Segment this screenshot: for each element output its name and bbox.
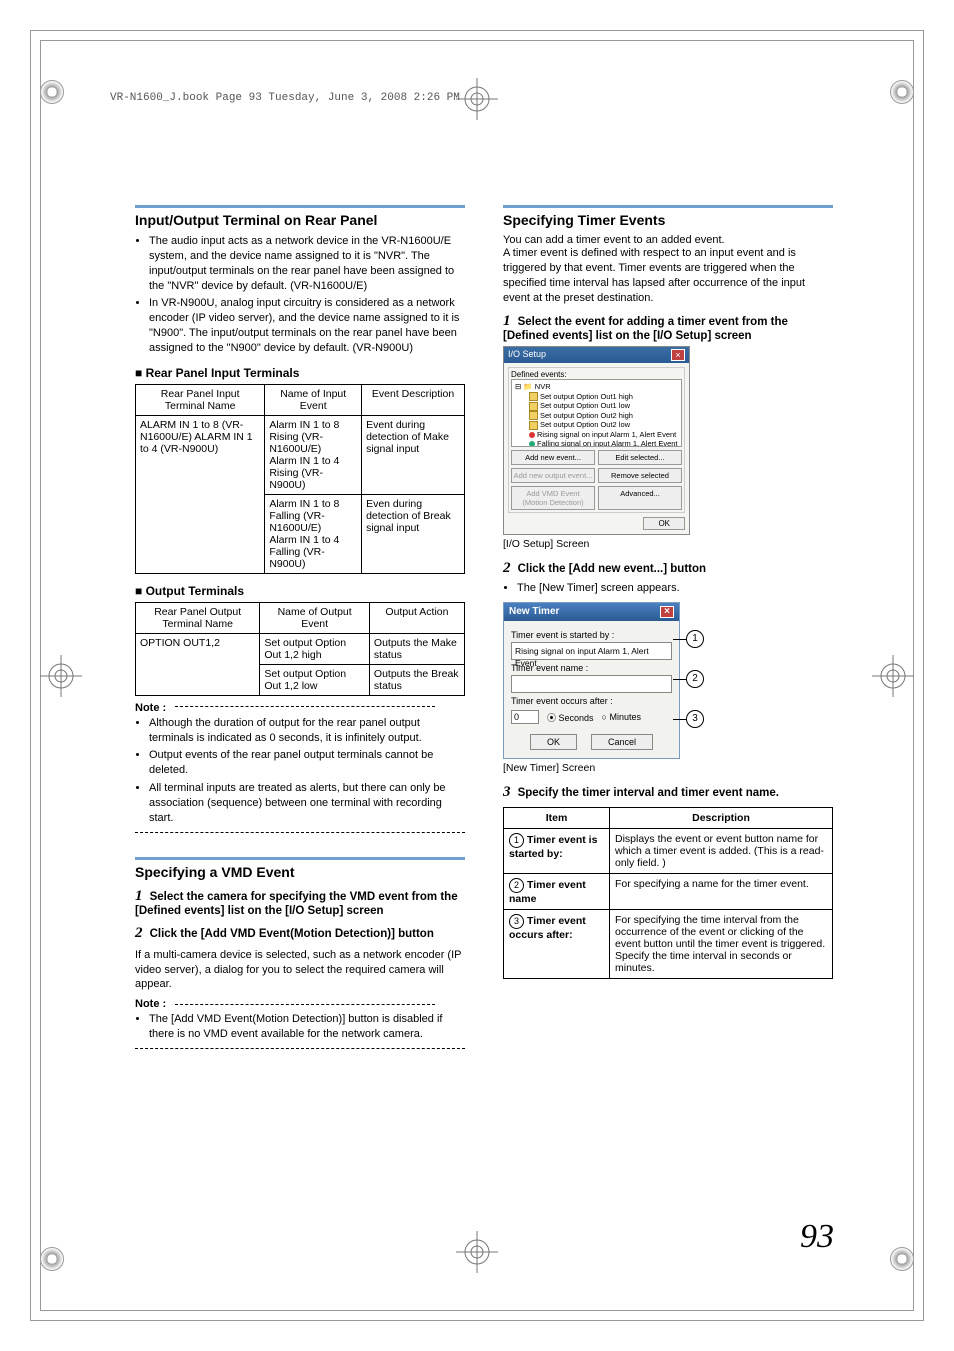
group-label: Defined events:	[511, 370, 682, 379]
started-by-field: Rising signal on input Alarm 1, Alert Ev…	[511, 642, 672, 660]
defined-events-list[interactable]: ⊟ 📁 NVR Set output Option Out1 high Set …	[511, 379, 682, 447]
reg-target-bottom	[456, 1231, 498, 1273]
step-number: 3	[503, 784, 511, 800]
ok-button[interactable]: OK	[643, 517, 685, 530]
td: Event during detection of Make signal in…	[362, 415, 465, 494]
vmd-paragraph: If a multi-camera device is selected, su…	[135, 948, 465, 993]
td: OPTION OUT1,2	[136, 633, 260, 695]
add-new-event-button[interactable]: Add new event...	[511, 450, 595, 465]
td-desc: For specifying the time interval from th…	[610, 910, 833, 979]
th: Name of Input Event	[265, 384, 362, 415]
th: Rear Panel Output Terminal Name	[136, 602, 260, 633]
td-item: 3Timer event occurs after:	[504, 910, 610, 979]
step-text: Select the camera for specifying the VMD…	[135, 891, 458, 917]
note-bullet: All terminal inputs are treated as alert…	[149, 781, 465, 826]
note-bullet: Although the duration of output for the …	[149, 716, 465, 746]
section-rule	[135, 857, 465, 860]
td-item: 1Timer event is started by:	[504, 829, 610, 874]
radio-minutes[interactable]: ○ Minutes	[602, 712, 641, 722]
interval-input[interactable]: 0	[511, 710, 539, 724]
close-icon[interactable]: ×	[660, 606, 674, 618]
field-label-occurs-after: Timer event occurs after :	[511, 696, 672, 706]
subheading-rear-input: Rear Panel Input Terminals	[135, 366, 465, 380]
left-column: Input/Output Terminal on Rear Panel The …	[135, 205, 465, 1059]
callout-2: 2	[686, 670, 704, 688]
heading-timer: Specifying Timer Events	[503, 212, 833, 228]
event-name-input[interactable]	[511, 675, 672, 693]
remove-selected-button[interactable]: Remove selected	[598, 468, 682, 483]
td: ALARM IN 1 to 8 (VR-N1600U/E) ALARM IN 1…	[136, 415, 265, 573]
rear-input-table: Rear Panel Input Terminal Name Name of I…	[135, 384, 465, 574]
step-number: 2	[503, 560, 511, 576]
reg-target-left	[40, 655, 82, 697]
section-rule	[503, 205, 833, 208]
th-description: Description	[610, 808, 833, 829]
dialog-title: New Timer	[509, 606, 559, 618]
th: Rear Panel Input Terminal Name	[136, 384, 265, 415]
td: Alarm IN 1 to 8 Falling (VR-N1600U/E) Al…	[265, 494, 362, 573]
heading-io-terminal: Input/Output Terminal on Rear Panel	[135, 212, 465, 228]
radio-seconds[interactable]: ⦿ Seconds	[547, 711, 594, 724]
note-bullet: The [Add VMD Event(Motion Detection)] bu…	[149, 1012, 465, 1042]
td: Outputs the Break status	[369, 664, 464, 695]
page-number: 93	[800, 1218, 834, 1256]
io-setup-caption: [I/O Setup] Screen	[503, 538, 833, 550]
th-item: Item	[504, 808, 610, 829]
ok-button[interactable]: OK	[530, 734, 577, 750]
timer-description-table: Item Description 1Timer event is started…	[503, 807, 833, 979]
note-label: Note :	[135, 998, 166, 1010]
note-bullet: Output events of the rear panel output t…	[149, 748, 465, 778]
step-text: Click the [Add VMD Event(Motion Detectio…	[150, 928, 434, 940]
field-label-event-name: Timer event name :	[511, 663, 672, 673]
td-item: 2Timer event name	[504, 874, 610, 910]
heading-vmd: Specifying a VMD Event	[135, 864, 465, 880]
td-desc: Displays the event or event button name …	[610, 829, 833, 874]
subheading-output: Output Terminals	[135, 584, 465, 598]
io-bullet: The audio input acts as a network device…	[149, 234, 465, 293]
step-text: Specify the timer interval and timer eve…	[518, 787, 779, 799]
step-bullet: The [New Timer] screen appears.	[517, 581, 833, 596]
timer-paragraph: You can add a timer event to an added ev…	[503, 234, 833, 246]
td: Even during detection of Break signal in…	[362, 494, 465, 573]
add-output-event-button[interactable]: Add new output event...	[511, 468, 595, 483]
td: Set output Option Out 1,2 high	[260, 633, 370, 664]
dialog-title: I/O Setup	[508, 349, 546, 361]
field-label-started-by: Timer event is started by :	[511, 630, 672, 640]
reg-corner-tr	[890, 80, 914, 104]
io-setup-screenshot: I/O Setup × Defined events: ⊟ 📁 NVR Set …	[503, 346, 690, 535]
step-number: 2	[135, 925, 143, 941]
output-table: Rear Panel Output Terminal Name Name of …	[135, 602, 465, 696]
th: Output Action	[369, 602, 464, 633]
note-label: Note :	[135, 702, 166, 714]
reg-corner-br	[890, 1247, 914, 1271]
step-number: 1	[503, 313, 511, 329]
new-timer-screenshot: New Timer × Timer event is started by : …	[503, 602, 680, 759]
close-icon[interactable]: ×	[671, 349, 685, 361]
reg-corner-bl	[40, 1247, 64, 1271]
reg-corner-tl	[40, 80, 64, 104]
th: Name of Output Event	[260, 602, 370, 633]
new-timer-caption: [New Timer] Screen	[503, 762, 833, 774]
timer-paragraph: A timer event is defined with respect to…	[503, 246, 833, 305]
header-meta: VR-N1600_J.book Page 93 Tuesday, June 3,…	[110, 92, 460, 104]
td: Alarm IN 1 to 8 Rising (VR-N1600U/E) Ala…	[265, 415, 362, 494]
advanced-button[interactable]: Advanced...	[598, 486, 682, 510]
step-number: 1	[135, 888, 143, 904]
td: Outputs the Make status	[369, 633, 464, 664]
step-text: Click the [Add new event...] button	[518, 563, 706, 575]
step-text: Select the event for adding a timer even…	[503, 316, 788, 342]
add-vmd-event-button[interactable]: Add VMD Event (Motion Detection)	[511, 486, 595, 510]
section-rule	[135, 205, 465, 208]
right-column: Specifying Timer Events You can add a ti…	[503, 205, 833, 1059]
td-desc: For specifying a name for the timer even…	[610, 874, 833, 910]
td: Set output Option Out 1,2 low	[260, 664, 370, 695]
reg-target-top	[456, 78, 498, 120]
th: Event Description	[362, 384, 465, 415]
reg-target-right	[872, 655, 914, 697]
callout-1: 1	[686, 630, 704, 648]
io-bullet: In VR-N900U, analog input circuitry is c…	[149, 296, 465, 355]
edit-selected-button[interactable]: Edit selected...	[598, 450, 682, 465]
callout-3: 3	[686, 710, 704, 728]
cancel-button[interactable]: Cancel	[591, 734, 653, 750]
